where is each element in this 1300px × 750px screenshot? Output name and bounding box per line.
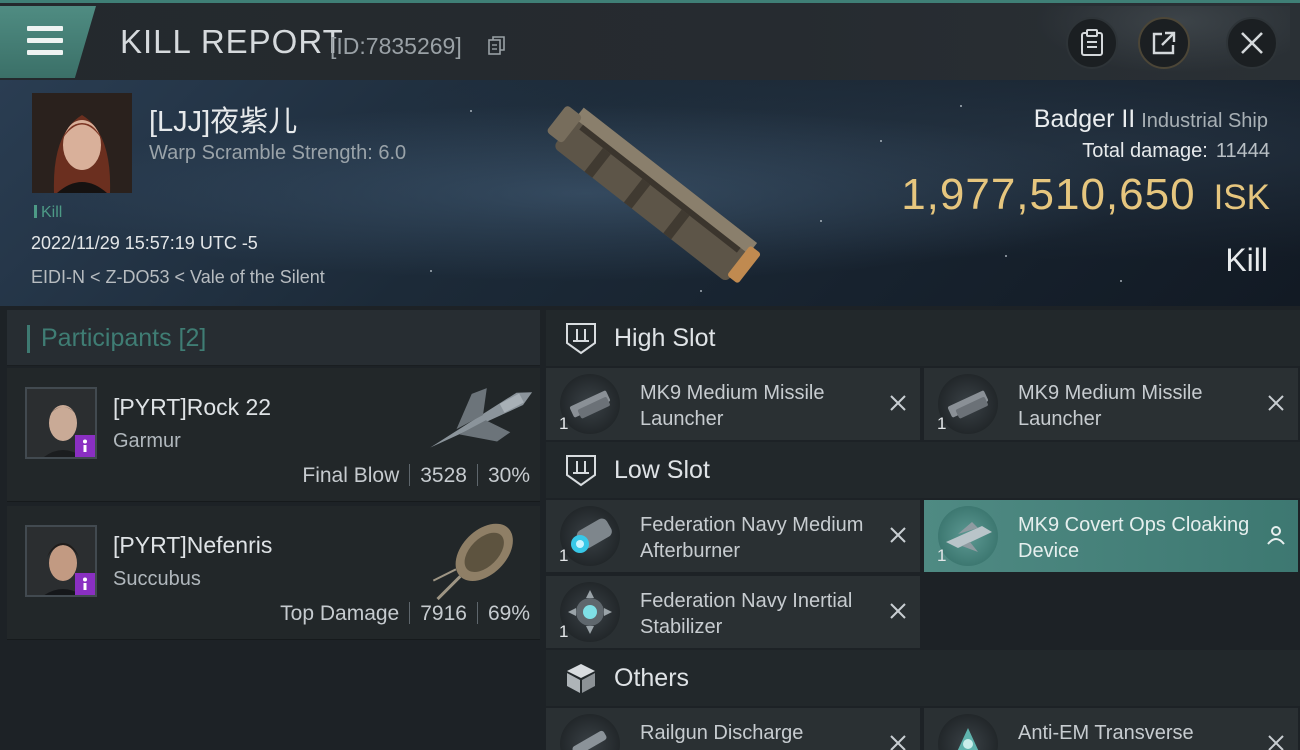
module-name: MK9 Covert Ops Cloaking Device	[1018, 514, 1250, 562]
module-qty: 1	[559, 414, 569, 433]
low-slot-icon	[566, 455, 596, 487]
participants-panel: Participants [2] [PYRT]Rock 22 Garmur Fi…	[7, 310, 540, 750]
close-button[interactable]	[1226, 17, 1278, 69]
module-item[interactable]: 1 Anti-EM Transverse	[924, 708, 1298, 750]
participant-portrait[interactable]	[25, 525, 97, 597]
participant-damage: 7916	[420, 602, 467, 625]
isk-unit: ISK	[1213, 178, 1270, 217]
share-icon	[1152, 31, 1176, 55]
participant-percent: 69%	[487, 602, 530, 625]
inertial-stabilizer-icon	[560, 582, 620, 642]
clipboard-icon	[1081, 29, 1103, 56]
module-item[interactable]: 1 Federation Navy Medium Afterburner	[546, 500, 920, 572]
railgun-charge-icon	[560, 714, 620, 750]
module-name: Federation Navy Medium Afterburner	[640, 514, 864, 562]
module-item[interactable]: 1 Federation Navy Inertial Stabilizer	[546, 576, 920, 648]
low-slot-label: Low Slot	[614, 456, 710, 484]
module-item[interactable]: 1 Railgun Discharge	[546, 708, 920, 750]
clipboard-button[interactable]	[1066, 17, 1118, 69]
module-name: MK9 Medium Missile Launcher	[1018, 382, 1203, 430]
missile-launcher-icon	[938, 374, 998, 434]
remove-icon[interactable]	[888, 601, 908, 621]
victim-name[interactable]: [LJJ]夜紫儿	[149, 98, 297, 140]
participant-ship-image	[432, 523, 513, 601]
others-label: Others	[614, 664, 690, 692]
high-slot-label: High Slot	[614, 324, 716, 352]
module-item[interactable]: 1 MK9 Medium Missile Launcher	[924, 368, 1298, 440]
menu-icon	[27, 26, 63, 31]
cube-icon	[567, 664, 595, 693]
module-qty: 1	[559, 622, 569, 641]
warp-scramble-strength: Warp Scramble Strength: 6.0	[149, 142, 407, 164]
participant-name[interactable]: [PYRT]Rock 22	[113, 394, 271, 421]
afterburner-icon	[560, 506, 620, 566]
report-id: [ID:7835269]	[330, 33, 462, 59]
header-bar: KILL REPORT [ID:7835269]	[0, 0, 1300, 82]
participants-header[interactable]: Participants [2]	[7, 310, 540, 366]
module-name: Federation Navy Inertial Stabilizer	[640, 590, 853, 638]
participant-damage: 3528	[420, 464, 467, 487]
remove-icon[interactable]	[1266, 393, 1286, 413]
high-slot-header: High Slot	[546, 310, 1300, 366]
module-qty: 1	[937, 546, 947, 565]
remove-icon[interactable]	[1266, 733, 1286, 750]
module-qty: 1	[937, 414, 947, 433]
page-title: KILL REPORT	[120, 23, 344, 60]
share-button[interactable]	[1138, 17, 1190, 69]
fitting-panel: High Slot 1 MK9 Medium Missile Launcher …	[546, 310, 1300, 750]
participant-row[interactable]: [PYRT]Nefenris Succubus Top Damage 7916 69…	[7, 506, 540, 640]
module-item-selected[interactable]: 1 MK9 Covert Ops Cloaking Device	[924, 500, 1298, 572]
menu-button[interactable]	[0, 6, 96, 78]
remove-icon[interactable]	[888, 733, 908, 750]
participant-stats: Final Blow 3528 30%	[302, 464, 530, 488]
faction-badge	[75, 573, 95, 595]
participant-role: Top Damage	[280, 602, 400, 625]
module-name: Railgun Discharge	[640, 722, 804, 744]
module-item[interactable]: 1 MK9 Medium Missile Launcher	[546, 368, 920, 440]
faction-badge	[75, 435, 95, 457]
ship-class: Industrial Ship	[1141, 110, 1268, 132]
others-header: Others	[546, 650, 1300, 706]
isk-value: 1,977,510,650	[901, 170, 1196, 219]
participant-percent: 30%	[487, 464, 530, 487]
participant-portrait[interactable]	[25, 387, 97, 459]
close-icon	[1241, 32, 1263, 54]
transverse-rig-icon	[938, 714, 998, 750]
participant-ship: Succubus	[113, 568, 201, 590]
cloaking-device-icon	[938, 506, 998, 566]
victim-ship-image	[547, 106, 761, 283]
person-icon[interactable]	[1266, 525, 1286, 545]
victim-avatar	[32, 93, 132, 193]
participant-ship-image	[430, 388, 533, 448]
total-damage-line: Total damage: 11444	[1082, 140, 1270, 163]
victim-portrait[interactable]	[32, 93, 132, 193]
total-damage-label: Total damage:	[1082, 140, 1208, 162]
missile-launcher-icon	[560, 374, 620, 434]
remove-icon[interactable]	[888, 393, 908, 413]
participants-accent	[27, 325, 30, 353]
total-damage-value: 11444	[1215, 140, 1270, 162]
kill-location[interactable]: EIDI-N < Z-DO53 < Vale of the Silent	[31, 267, 325, 288]
copy-icon[interactable]	[488, 36, 506, 56]
participant-stats: Top Damage 7916 69%	[280, 602, 530, 626]
high-slot-icon	[566, 323, 596, 355]
victim-banner: [LJJ]夜紫儿 Warp Scramble Strength: 6.0 Kil…	[0, 80, 1300, 306]
participant-name[interactable]: [PYRT]Nefenris	[113, 532, 272, 559]
kill-tag: Kill	[34, 204, 62, 222]
participant-ship: Garmur	[113, 430, 181, 452]
outcome-label: Kill	[1225, 242, 1268, 278]
participant-row[interactable]: [PYRT]Rock 22 Garmur Final Blow 3528 30%	[7, 368, 540, 502]
ship-name-line: Badger II Industrial Ship	[1034, 105, 1268, 134]
ship-name[interactable]: Badger II	[1034, 105, 1135, 133]
module-qty: 1	[559, 546, 569, 565]
participant-role: Final Blow	[302, 464, 400, 487]
remove-icon[interactable]	[888, 525, 908, 545]
low-slot-header: Low Slot	[546, 442, 1300, 498]
participants-heading: Participants [2]	[41, 324, 207, 352]
module-name: Anti-EM Transverse	[1018, 722, 1194, 744]
module-name: MK9 Medium Missile Launcher	[640, 382, 825, 430]
kill-datetime: 2022/11/29 15:57:19 UTC -5	[31, 233, 258, 253]
isk-line: 1,977,510,650 ISK	[901, 170, 1270, 220]
